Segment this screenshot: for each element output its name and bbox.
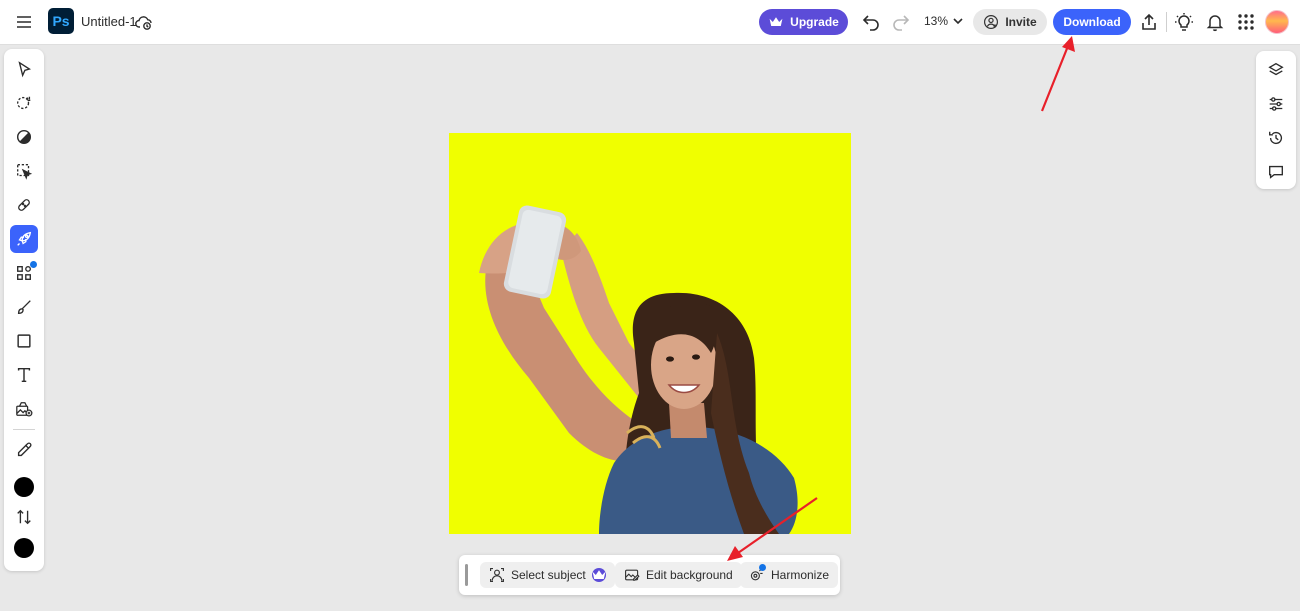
invite-user-icon [984, 15, 999, 29]
cloud-sync-icon[interactable] [129, 7, 159, 37]
eyedropper-tool[interactable] [10, 436, 38, 464]
bandage-icon [18, 199, 30, 211]
invite-button[interactable]: Invite [973, 9, 1047, 35]
brush-icon [17, 300, 31, 314]
square-shape-icon [17, 334, 31, 348]
text-icon [17, 367, 31, 383]
zoom-dropdown[interactable]: 13% [924, 14, 964, 28]
object-select-tool[interactable] [10, 89, 38, 117]
brush-tool[interactable] [10, 293, 38, 321]
invite-label: Invite [1005, 15, 1037, 29]
photoshop-logo: Ps [48, 8, 74, 34]
crown-icon [769, 17, 783, 26]
history-icon[interactable] [1262, 124, 1290, 152]
harmonize-button[interactable]: Harmonize [740, 562, 839, 588]
add-image-icon [16, 402, 33, 417]
undo-icon[interactable] [856, 7, 886, 37]
rocket-icon [17, 231, 32, 246]
selection-tool[interactable] [10, 157, 38, 185]
comments-icon[interactable] [1262, 158, 1290, 186]
lasso-select-icon [17, 96, 31, 110]
upgrade-button[interactable]: Upgrade [759, 9, 848, 35]
notification-dot [30, 261, 37, 268]
place-image-tool[interactable] [10, 395, 38, 423]
edit-background-icon [625, 569, 640, 581]
foreground-color-swatch[interactable] [14, 477, 34, 497]
apps-grid-icon[interactable] [1231, 7, 1261, 37]
contextual-taskbar: Select subject Edit background Harmonize [459, 555, 840, 595]
right-panel [1256, 51, 1296, 189]
hamburger-menu-icon[interactable] [9, 7, 39, 37]
harmonize-icon [749, 564, 766, 583]
share-upload-icon[interactable] [1134, 7, 1164, 37]
crown-icon [591, 568, 606, 582]
toolbar-divider [1166, 12, 1167, 32]
left-toolbar [4, 49, 44, 571]
chevron-down-icon [953, 18, 963, 25]
half-circle-adjust-icon [16, 129, 32, 145]
logo-text: Ps [52, 13, 70, 29]
healing-tool[interactable] [10, 191, 38, 219]
add-ons-tool[interactable] [10, 259, 38, 287]
marquee-select-icon [17, 164, 33, 180]
eyedropper-icon [17, 442, 32, 457]
select-subject-label: Select subject [511, 568, 586, 582]
shape-tool[interactable] [10, 327, 38, 355]
lightbulb-icon[interactable] [1169, 7, 1199, 37]
harmonize-label: Harmonize [771, 568, 830, 582]
cursor-arrow-icon [18, 61, 32, 78]
background-color-swatch[interactable] [14, 538, 34, 558]
move-tool[interactable] [10, 55, 38, 83]
zoom-level: 13% [924, 14, 949, 28]
text-tool[interactable] [10, 361, 38, 389]
layers-icon[interactable] [1262, 56, 1290, 84]
edit-background-button[interactable]: Edit background [615, 562, 742, 588]
bell-icon[interactable] [1200, 7, 1230, 37]
select-subject-icon [490, 568, 504, 582]
toolbar-separator [13, 429, 35, 430]
drag-handle-icon[interactable] [465, 564, 468, 586]
document-canvas[interactable] [449, 133, 851, 534]
avatar[interactable] [1265, 10, 1289, 34]
download-annotation-arrow [1040, 36, 1075, 112]
download-button[interactable]: Download [1053, 9, 1131, 35]
edit-background-label: Edit background [646, 568, 733, 582]
top-bar: Ps Untitled-1 Upgrade 13% Invite Downloa… [0, 0, 1300, 45]
selfie-photo [479, 205, 798, 534]
select-subject-button[interactable]: Select subject [480, 562, 615, 588]
swap-colors-icon[interactable] [10, 503, 38, 531]
adjust-tool[interactable] [10, 123, 38, 151]
download-label: Download [1063, 15, 1121, 29]
adjustments-sliders-icon[interactable] [1262, 90, 1290, 118]
redo-icon[interactable] [886, 7, 916, 37]
quick-actions-tool[interactable] [10, 225, 38, 253]
upgrade-label: Upgrade [790, 15, 839, 29]
notification-dot [759, 564, 766, 571]
